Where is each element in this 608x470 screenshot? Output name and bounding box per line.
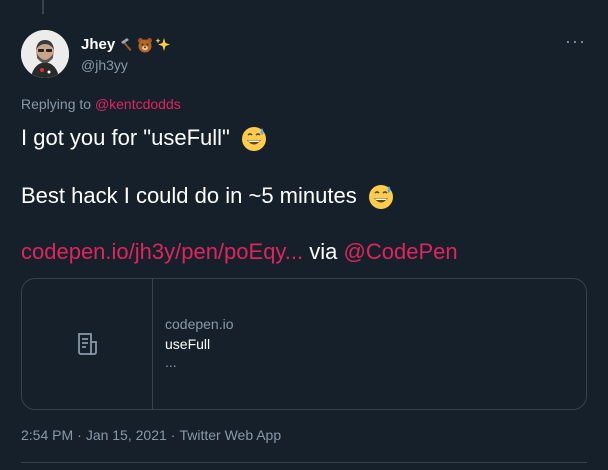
tweet-text-line-2: Best hack I could do in ~5 minutes xyxy=(21,182,395,211)
tweet-time[interactable]: 2:54 PM xyxy=(21,427,73,443)
card-domain: codepen.io xyxy=(165,316,234,332)
link-preview-card[interactable]: codepen.io useFull ... xyxy=(21,278,587,410)
author-emojis xyxy=(119,37,171,53)
more-options-icon[interactable]: ··· xyxy=(565,32,586,50)
author-handle[interactable]: @jh3yy xyxy=(81,56,171,74)
meta-separator: · xyxy=(77,427,82,443)
sparkles-icon xyxy=(155,38,171,51)
meta-separator: · xyxy=(170,427,176,443)
card-title: useFull xyxy=(165,336,211,352)
hammer-pick-icon xyxy=(121,38,132,51)
author-block: Jhey @jh3yy xyxy=(81,36,171,74)
card-thumbnail xyxy=(22,279,153,409)
tweet-date[interactable]: Jan 15, 2021 xyxy=(86,427,167,443)
avatar-image xyxy=(21,30,69,78)
tweet-text-1: I got you for "useFull" xyxy=(21,125,230,150)
card-description: ... xyxy=(165,354,177,370)
thread-connector xyxy=(42,0,44,14)
grinning-sweat-emoji-icon xyxy=(368,185,393,210)
via-mention-link[interactable]: @CodePen xyxy=(344,239,458,264)
tweet-text-line-1: I got you for "useFull" xyxy=(21,124,268,153)
replying-mention-link[interactable]: @kentcdodds xyxy=(95,96,181,112)
grinning-sweat-emoji-icon xyxy=(241,127,266,152)
via-label: via xyxy=(309,239,338,264)
tweet-source[interactable]: Twitter Web App xyxy=(179,427,281,443)
tweet-metadata: 2:54 PM · Jan 15, 2021 · Twitter Web App xyxy=(21,427,281,443)
avatar[interactable] xyxy=(21,30,69,78)
divider xyxy=(21,462,587,463)
bear-icon xyxy=(138,38,153,53)
replying-prefix: Replying to xyxy=(21,96,92,112)
author-name-row[interactable]: Jhey xyxy=(81,36,171,54)
replying-to: Replying to @kentcdodds xyxy=(21,96,181,112)
tweet-text-2: Best hack I could do in ~5 minutes xyxy=(21,183,357,208)
codepen-link[interactable]: codepen.io/jh3y/pen/poEqy... xyxy=(21,239,303,264)
tweet-text-line-3: codepen.io/jh3y/pen/poEqy... via @CodePe… xyxy=(21,238,458,266)
document-icon xyxy=(78,333,97,355)
author-name[interactable]: Jhey xyxy=(81,36,115,54)
card-text: codepen.io useFull ... xyxy=(153,279,234,409)
